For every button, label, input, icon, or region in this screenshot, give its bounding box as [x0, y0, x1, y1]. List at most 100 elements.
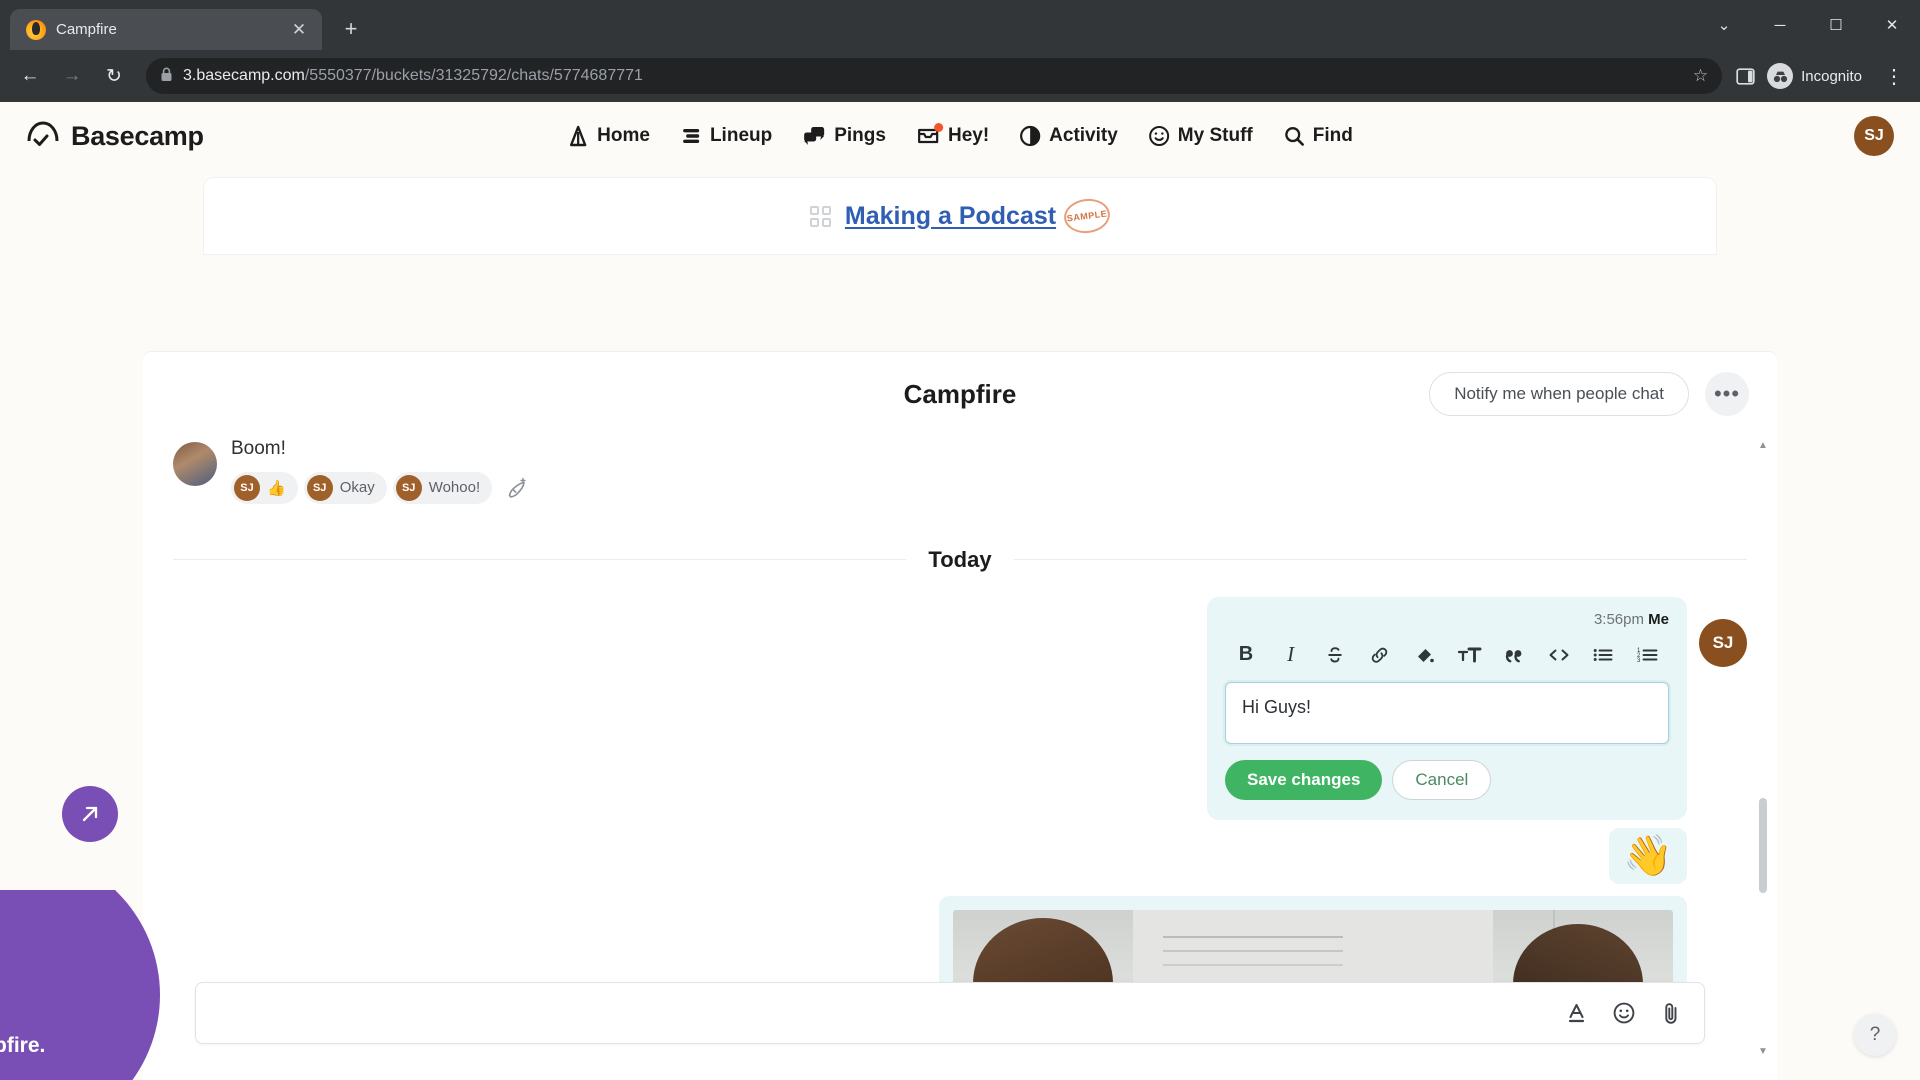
scrollbar-thumb[interactable]: [1759, 798, 1767, 893]
save-changes-button[interactable]: Save changes: [1225, 759, 1383, 800]
nav-item-my-stuff-label: My Stuff: [1177, 125, 1253, 146]
basecamp-page: Basecamp Home Lineup Pings Hey! Activity…: [0, 102, 1920, 1080]
side-panel-icon[interactable]: [1736, 67, 1755, 86]
reaction-label: 👍: [267, 479, 286, 497]
highlight-icon[interactable]: [1408, 640, 1442, 670]
bullet-list-icon[interactable]: [1586, 640, 1620, 670]
basecamp-logo-text: Basecamp: [71, 120, 204, 151]
svg-text:3: 3: [1637, 658, 1641, 664]
promo-blob: [0, 890, 160, 1080]
campfire-card: Campfire Notify me when people chat ••• …: [143, 352, 1777, 1080]
rich-text-toolbar: B I 1 2 3: [1225, 640, 1669, 682]
back-button[interactable]: ←: [12, 58, 48, 94]
promo-text: pfire.: [0, 1034, 46, 1057]
window-controls: ⌄ ─ ☐ ✕: [1696, 0, 1920, 50]
nav-item-activity[interactable]: Activity: [1019, 125, 1118, 147]
message-edit-input[interactable]: Hi Guys!: [1225, 681, 1669, 744]
tab-search-icon[interactable]: ⌄: [1696, 0, 1752, 50]
reload-button[interactable]: ↻: [96, 58, 132, 94]
nav-item-find-label: Find: [1312, 125, 1353, 146]
scroll-down-icon[interactable]: ▼: [1757, 1044, 1769, 1058]
activity-icon: [1019, 125, 1041, 147]
project-grid-icon: [809, 205, 831, 227]
scroll-up-icon[interactable]: ▲: [1757, 438, 1769, 452]
incognito-label: Incognito: [1801, 67, 1862, 85]
app-navbar: Basecamp Home Lineup Pings Hey! Activity…: [0, 102, 1920, 170]
heading-icon[interactable]: [1452, 640, 1486, 670]
address-bar[interactable]: 3.basecamp.com/5550377/buckets/31325792/…: [146, 58, 1723, 94]
close-tab-icon[interactable]: ✕: [286, 17, 312, 43]
nav-item-hey[interactable]: Hey!: [916, 123, 990, 147]
promo-expand-button[interactable]: [62, 786, 118, 842]
campfire-header: Campfire Notify me when people chat •••: [143, 352, 1777, 436]
lock-icon: [160, 67, 173, 85]
notify-me-button[interactable]: Notify me when people chat: [1429, 372, 1689, 416]
my-avatar[interactable]: SJ: [1699, 618, 1747, 667]
message-author: Me: [1648, 610, 1669, 628]
minimize-button[interactable]: ─: [1752, 0, 1808, 50]
campfire-favicon: [26, 19, 46, 40]
breadcrumb-project-link[interactable]: Making a Podcast: [845, 202, 1056, 231]
strikethrough-icon[interactable]: [1318, 640, 1352, 670]
page-title: Campfire: [903, 378, 1017, 409]
browser-tab[interactable]: Campfire ✕: [10, 9, 322, 50]
primary-nav: Home Lineup Pings Hey! Activity My Stuff…: [567, 123, 1353, 147]
nav-item-pings[interactable]: Pings: [802, 125, 886, 147]
reaction-label: Okay: [339, 479, 375, 497]
url-domain: 3.basecamp.com: [183, 67, 305, 84]
forward-button[interactable]: →: [54, 58, 90, 94]
numbered-list-icon[interactable]: 123: [1631, 640, 1665, 670]
separator-line-right: [1013, 559, 1747, 561]
url-text: 3.basecamp.com/5550377/buckets/31325792/…: [183, 67, 643, 85]
nav-item-find[interactable]: Find: [1283, 125, 1353, 147]
reaction-avatar: SJ: [234, 474, 260, 501]
emoji-message: 👋: [173, 827, 1747, 884]
editor-actions: Save changes Cancel: [1225, 759, 1669, 800]
code-icon[interactable]: [1542, 640, 1576, 670]
home-icon: [567, 125, 589, 147]
help-button[interactable]: ?: [1854, 1014, 1896, 1056]
basecamp-logo[interactable]: Basecamp: [26, 119, 204, 153]
reaction-label: Wohoo!: [428, 479, 481, 497]
message-item: Boom! SJ 👍 SJ Okay SJ Wohoo!: [173, 436, 1747, 505]
tab-strip: Campfire ✕ + ⌄ ─ ☐ ✕: [0, 0, 1920, 50]
message-time: 3:56pm: [1593, 610, 1644, 628]
maximize-button[interactable]: ☐: [1808, 0, 1864, 50]
browser-menu-icon[interactable]: ⋮: [1880, 64, 1908, 89]
bookmark-star-icon[interactable]: ☆: [1693, 66, 1708, 86]
italic-icon[interactable]: I: [1274, 640, 1308, 670]
link-icon[interactable]: [1363, 640, 1397, 670]
cancel-button[interactable]: Cancel: [1392, 759, 1492, 800]
nav-item-lineup[interactable]: Lineup: [680, 125, 772, 147]
search-icon: [1283, 125, 1305, 147]
new-tab-button[interactable]: +: [334, 12, 368, 46]
nav-item-pings-label: Pings: [834, 125, 886, 146]
reaction-chip[interactable]: SJ 👍: [231, 471, 298, 504]
nav-item-my-stuff[interactable]: My Stuff: [1148, 125, 1253, 147]
text-format-icon[interactable]: [1566, 1002, 1588, 1024]
hey-badge: [933, 123, 943, 132]
add-reaction-rocket-icon[interactable]: [500, 471, 534, 505]
account-avatar[interactable]: SJ: [1854, 116, 1894, 156]
message-meta: 3:56pm Me: [1225, 611, 1669, 628]
nav-item-home[interactable]: Home: [567, 125, 650, 147]
reaction-chip[interactable]: SJ Okay: [303, 471, 387, 504]
message-scrollbar[interactable]: ▲ ▼: [1757, 438, 1769, 1058]
attachment-icon[interactable]: [1660, 1001, 1682, 1025]
reaction-chip[interactable]: SJ Wohoo!: [392, 471, 493, 504]
url-path: /5550377/buckets/31325792/chats/57746877…: [304, 67, 643, 84]
day-separator-label: Today: [928, 546, 992, 572]
scrollbar-track[interactable]: [1759, 458, 1767, 1038]
browser-window: Campfire ✕ + ⌄ ─ ☐ ✕ ← → ↻ 3.basecamp.co…: [0, 0, 1920, 1080]
my-stuff-icon: [1148, 125, 1170, 147]
separator-line-left: [173, 559, 907, 561]
nav-item-hey-label: Hey!: [947, 125, 990, 146]
quote-icon[interactable]: [1497, 640, 1531, 670]
reaction-avatar: SJ: [395, 474, 422, 501]
bold-icon[interactable]: B: [1229, 640, 1263, 670]
more-options-button[interactable]: •••: [1705, 372, 1749, 416]
incognito-indicator[interactable]: Incognito: [1761, 59, 1874, 93]
sample-badge: SAMPLE: [1062, 196, 1112, 236]
close-window-button[interactable]: ✕: [1864, 0, 1920, 50]
emoji-icon[interactable]: [1612, 1001, 1636, 1025]
